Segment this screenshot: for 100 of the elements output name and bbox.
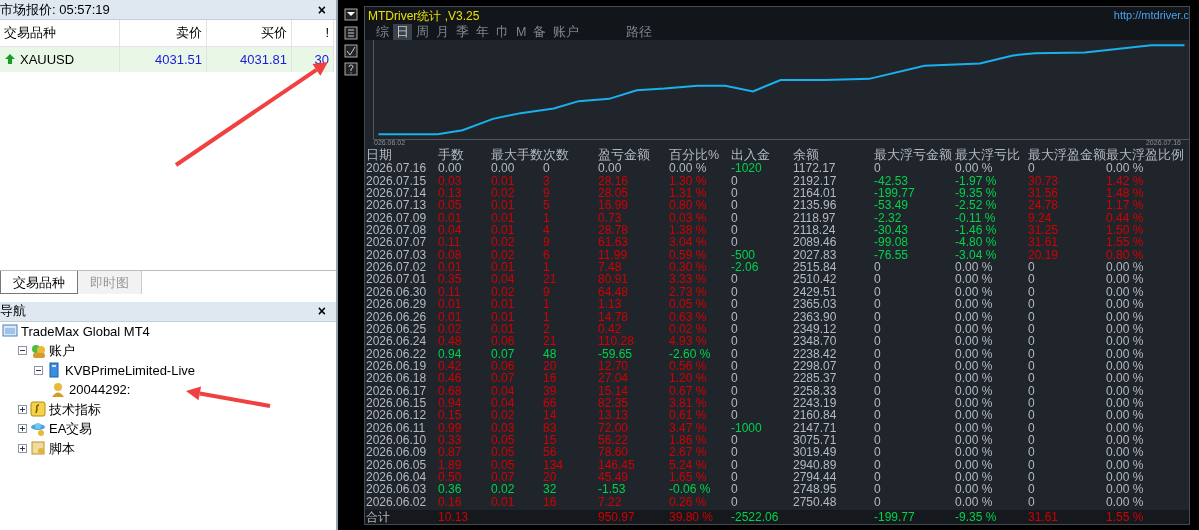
table-cell-text: 0 — [731, 310, 739, 323]
check-icon[interactable] — [344, 44, 358, 58]
table-cell-text: 6 — [543, 248, 551, 262]
table-cell-text: 2365.03 — [793, 298, 838, 311]
table-cell-text: 4 — [543, 224, 551, 237]
table-cell-text: 45.49 — [598, 470, 630, 484]
table-cell-text: 2026.07.15 — [366, 174, 428, 188]
menu-tab[interactable]: 综 — [373, 24, 392, 41]
column-header: 最大手数 — [491, 148, 543, 163]
total-cell-text: -9.35 % — [955, 510, 998, 524]
help-icon[interactable] — [344, 62, 358, 76]
table-cell-text: 2118.24 — [793, 224, 837, 237]
table-cell-text: 0.00 % — [1106, 470, 1145, 484]
tree-item[interactable]: TradeMax Global MT4 — [21, 321, 150, 341]
table-cell-text: 0 — [731, 396, 739, 410]
menu-tab[interactable]: 年 — [473, 24, 492, 41]
tree-item[interactable]: 20044292: — [69, 380, 131, 400]
table-cell-text: 0 — [731, 322, 739, 336]
table-cell-text: 2026.07.14 — [366, 187, 428, 200]
table-cell-text: 0.01 — [491, 322, 516, 336]
table-cell-text: 0.05 — [491, 433, 516, 447]
table-cell-text: 48 — [543, 347, 558, 360]
table-cell-text: 20 — [543, 470, 558, 484]
tree-item[interactable]: 脚本 — [49, 438, 75, 458]
tree-item[interactable]: 账户 — [49, 341, 75, 361]
menu-tab[interactable]: M — [513, 24, 530, 41]
website-link[interactable]: http://mtdriver.c — [1113, 7, 1189, 24]
table-cell-text: 0 — [731, 211, 739, 225]
table-cell-text: 0 — [874, 396, 882, 410]
table-cell-text: 0 — [874, 359, 882, 373]
table-cell-text: -53.49 — [874, 199, 910, 212]
table-cell-text: 0 — [1028, 359, 1036, 373]
table-cell-text: 0.16 — [438, 495, 463, 508]
tree-item[interactable]: EA交易 — [49, 419, 93, 439]
table-cell-text: 0.03 — [491, 421, 516, 434]
table-cell-text: 0.00 % — [1106, 322, 1145, 336]
table-cell-text: 2298.07 — [793, 359, 838, 373]
table-cell-text: 2026.07.16 — [366, 162, 428, 175]
table-cell-text: 2026.07.07 — [366, 236, 428, 249]
table-cell-text: -500 — [731, 248, 757, 262]
column-header: 出入金 — [731, 148, 771, 163]
table-cell-text: 0.02 — [491, 248, 516, 262]
tree-item[interactable]: 技术指标 — [49, 399, 101, 419]
table-cell-text: 146.45 — [598, 458, 636, 471]
close-button[interactable]: × — [311, 2, 332, 17]
menu-tab[interactable]: 季 — [453, 24, 472, 41]
menu-tab[interactable]: 备 — [530, 24, 550, 41]
tab[interactable]: 交易品种 — [0, 270, 78, 294]
expand-icon[interactable] — [18, 443, 27, 453]
close-button[interactable]: × — [311, 304, 332, 318]
table-cell-text: 0.02 — [491, 187, 516, 200]
table-cell-text: 0 — [731, 347, 739, 360]
table-cell-text: 2026.06.11 — [366, 421, 427, 434]
table-cell-text: 16 — [543, 372, 558, 385]
expand-icon[interactable] — [18, 424, 27, 434]
table-cell-text: 0.01 — [491, 495, 516, 508]
table-cell-text: 2026.06.29 — [366, 298, 428, 311]
table-cell-text: 0.00 % — [955, 322, 994, 336]
column-header: 余额 — [793, 148, 820, 163]
menu-tab[interactable]: 月 — [433, 24, 452, 41]
table-cell-text: 0.46 — [438, 372, 463, 385]
table-cell-text: 14.78 — [598, 310, 630, 323]
table-cell-text: 2026.06.18 — [366, 372, 428, 385]
table-cell-text: 21 — [543, 273, 558, 286]
table-cell-text: 0 — [874, 409, 882, 422]
collapse-icon[interactable] — [18, 346, 27, 356]
table-cell-text: 0.01 — [491, 174, 516, 188]
table-cell-text: 1.55 % — [1106, 236, 1145, 249]
table-cell-text: 0.08 — [438, 248, 463, 262]
table-cell-text: 0.00 % — [955, 372, 994, 385]
column-header: 次数 — [543, 148, 570, 163]
table-cell-text: 0 — [1028, 458, 1036, 471]
table-cell-text: 2026.07.01 — [366, 273, 428, 286]
list-icon[interactable] — [344, 26, 358, 40]
table-cell-text: -0.06 % — [669, 483, 712, 496]
table-cell-text: 2285.37 — [793, 372, 838, 385]
menu-tab[interactable]: 账户 — [550, 24, 583, 41]
menu-tab[interactable]: 路径 — [623, 24, 656, 41]
table-cell-text: -2.60 % — [669, 347, 712, 360]
collapse-icon[interactable] — [34, 365, 43, 375]
table-cell-text: 0 — [731, 372, 739, 385]
tree-item[interactable]: KVBPrimeLimited-Live — [65, 360, 196, 380]
menu-tab[interactable]: 日 — [393, 24, 412, 41]
table-cell-text: 56.22 — [598, 433, 630, 447]
table-cell-text: 0 — [1028, 470, 1036, 484]
table-cell-text: 1.20 % — [669, 372, 708, 385]
menu-tab[interactable]: 巾 — [493, 24, 512, 41]
table-cell-text: 28.78 — [598, 224, 630, 237]
table-cell-text: -2.32 — [874, 211, 903, 225]
table-cell-text: 1.30 % — [669, 174, 708, 188]
window-icon[interactable] — [344, 8, 358, 22]
table-cell-text: 0.00 % — [955, 273, 994, 286]
table-cell-text: 16.99 — [598, 199, 630, 212]
total-cell-text: 1.55 % — [1106, 510, 1145, 524]
menu-tab[interactable]: 周 — [413, 24, 432, 41]
table-cell-text: 0.03 — [438, 174, 463, 188]
expand-icon[interactable] — [18, 404, 27, 414]
table-cell-text: 66 — [543, 396, 558, 410]
symbol-cell[interactable]: XAUUSD — [0, 46, 120, 72]
scroll-icon — [30, 440, 46, 457]
